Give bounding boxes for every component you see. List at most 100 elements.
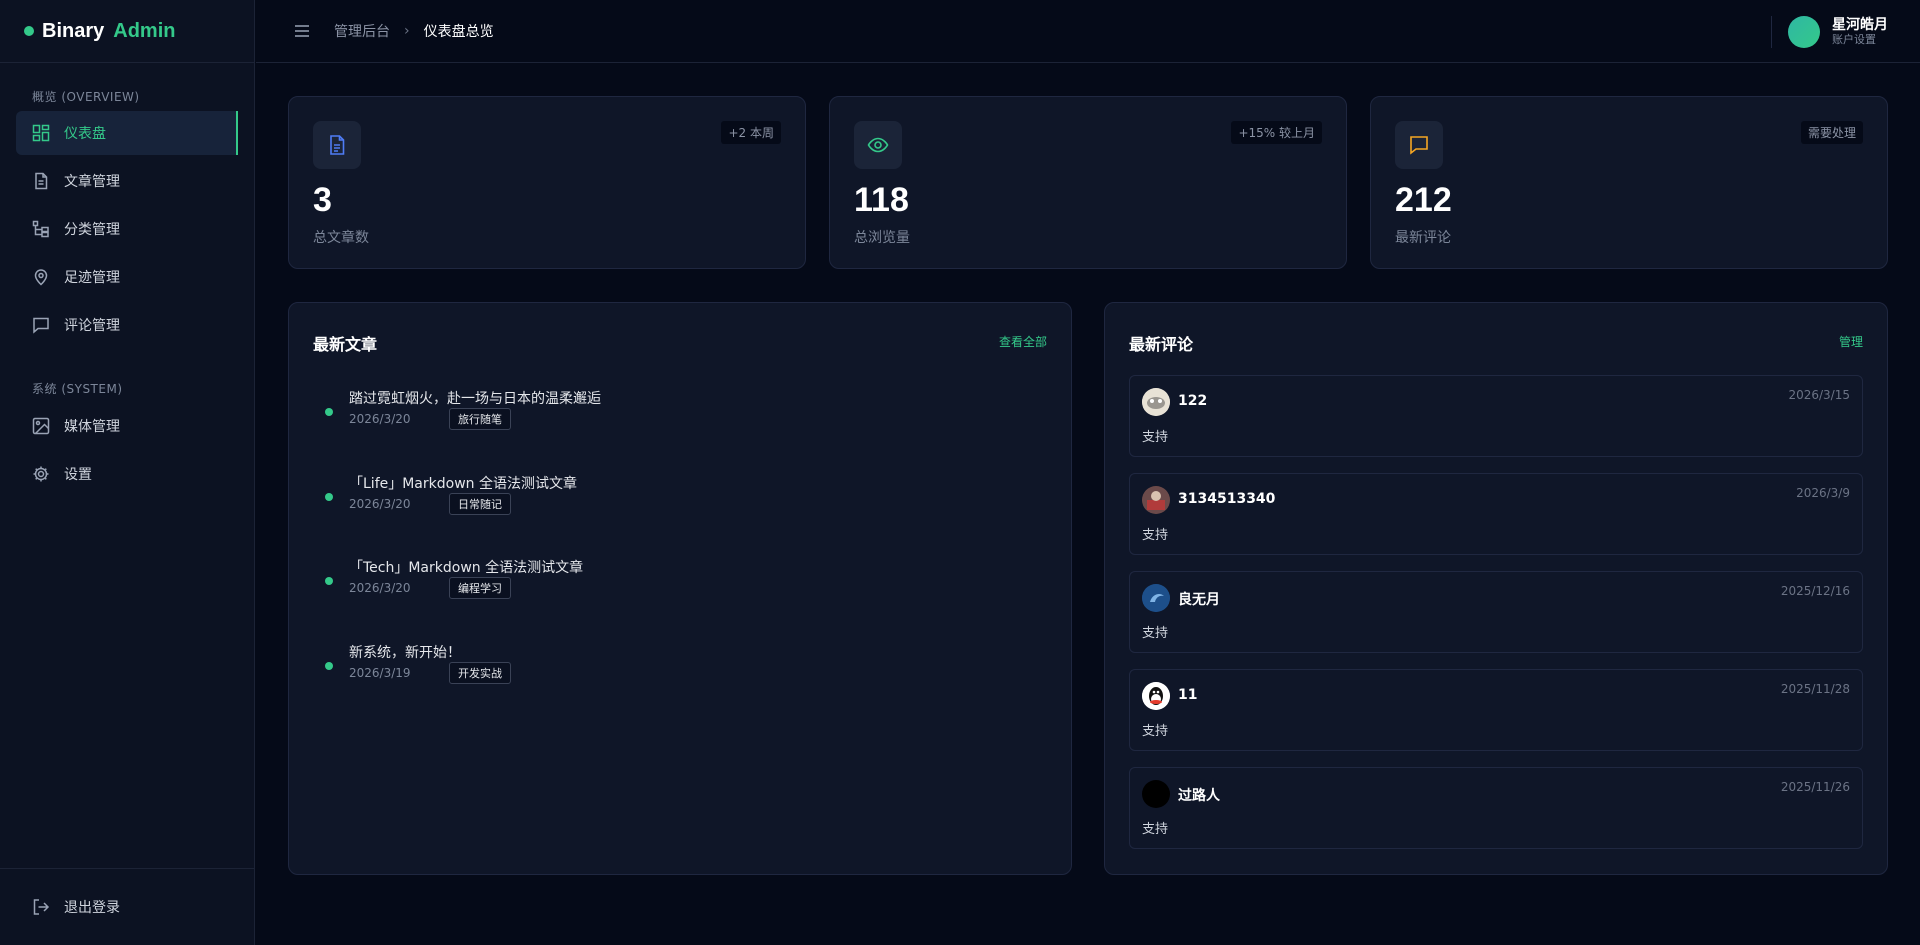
sidebar-item-comments[interactable]: 评论管理	[16, 303, 238, 347]
sidebar: Binary Admin 概览 (OVERVIEW) 仪表盘 文章管理 分类管理…	[0, 0, 255, 945]
sidebar-item-footprints[interactable]: 足迹管理	[16, 255, 238, 299]
article-date: 2026/3/20	[349, 581, 411, 595]
article-item[interactable]: 「Tech」Markdown 全语法测试文章 2026/3/20 编程学习	[325, 557, 885, 607]
nav-section-overview: 概览 (OVERVIEW)	[32, 90, 140, 104]
eye-icon	[854, 121, 902, 169]
category-tree-icon	[32, 220, 50, 238]
image-icon	[32, 417, 50, 435]
article-item[interactable]: 「Life」Markdown 全语法测试文章 2026/3/20 日常随记	[325, 473, 885, 523]
dashboard-icon	[32, 124, 50, 142]
article-title[interactable]: 「Life」Markdown 全语法测试文章	[349, 473, 577, 493]
comment-text: 支持	[1142, 430, 1169, 445]
stat-value: 212	[1395, 181, 1452, 219]
comment-author: 良无月	[1178, 592, 1220, 608]
comment-text: 支持	[1142, 724, 1169, 739]
latest-articles-panel: 最新文章 查看全部 踏过霓虹烟火，赴一场与日本的温柔邂逅 2026/3/20 旅…	[288, 302, 1072, 875]
stat-badge: 需要处理	[1800, 121, 1863, 144]
comment-card[interactable]: 122 2026/3/15 支持	[1129, 375, 1863, 457]
article-tag: 日常随记	[449, 493, 511, 515]
sidebar-item-settings[interactable]: 设置	[16, 452, 238, 496]
comment-card[interactable]: 过路人 2025/11/26 支持	[1129, 767, 1863, 849]
stat-badge: +2 本周	[721, 121, 781, 144]
comment-card[interactable]: 3134513340 2026/3/9 支持	[1129, 473, 1863, 555]
avatar	[1142, 584, 1170, 612]
comment-date: 2026/3/15	[1788, 388, 1850, 402]
comment-author: 过路人	[1178, 788, 1220, 804]
stat-card-views: +15% 较上月 118 总浏览量	[829, 96, 1347, 269]
header-divider	[1771, 15, 1772, 48]
comment-date: 2025/12/16	[1780, 584, 1850, 598]
stat-card-articles: +2 本周 3 总文章数	[288, 96, 806, 269]
sidebar-item-label: 媒体管理	[64, 419, 120, 435]
stat-card-comments: 需要处理 212 最新评论	[1370, 96, 1888, 269]
sidebar-item-articles[interactable]: 文章管理	[16, 159, 238, 203]
article-title[interactable]: 新系统，新开始！	[349, 642, 461, 662]
document-icon	[313, 121, 361, 169]
logout-label: 退出登录	[64, 900, 120, 916]
document-icon	[32, 172, 50, 190]
brand-dot-icon	[24, 26, 34, 36]
comment-text: 支持	[1142, 822, 1169, 837]
menu-toggle-icon[interactable]	[292, 21, 312, 41]
stat-value: 118	[854, 181, 909, 219]
manage-link[interactable]: 管理	[1839, 333, 1863, 350]
breadcrumb-current: 仪表盘总览	[423, 24, 494, 40]
article-date: 2026/3/19	[349, 666, 411, 680]
latest-comments-panel: 最新评论 管理 122 2026/3/15 支持 3134513340 2026…	[1104, 302, 1888, 875]
brand-name: Binary	[42, 19, 105, 42]
comment-date: 2026/3/9	[1796, 486, 1850, 500]
account-settings-link[interactable]: 账户设置	[1832, 33, 1888, 47]
sidebar-item-media[interactable]: 媒体管理	[16, 404, 238, 448]
comment-card[interactable]: 11 2025/11/28 支持	[1129, 669, 1863, 751]
message-icon	[32, 316, 50, 334]
stat-badge: +15% 较上月	[1231, 121, 1322, 144]
article-title[interactable]: 「Tech」Markdown 全语法测试文章	[349, 557, 583, 577]
panel-title: 最新评论	[1129, 335, 1194, 354]
sidebar-item-label: 仪表盘	[64, 126, 106, 142]
bullet-dot-icon	[325, 493, 333, 501]
sidebar-item-dashboard[interactable]: 仪表盘	[16, 111, 238, 155]
comment-date: 2025/11/28	[1780, 682, 1850, 696]
top-header: 管理后台 › 仪表盘总览 星河皓月 账户设置	[256, 0, 1920, 63]
user-menu[interactable]: 星河皓月 账户设置	[1771, 0, 1888, 63]
panel-title: 最新文章	[313, 335, 378, 354]
sidebar-item-label: 分类管理	[64, 222, 120, 238]
comment-card[interactable]: 良无月 2025/12/16 支持	[1129, 571, 1863, 653]
article-item[interactable]: 新系统，新开始！ 2026/3/19 开发实战	[325, 642, 885, 692]
article-tag: 开发实战	[449, 662, 511, 684]
gear-icon	[32, 465, 50, 483]
article-date: 2026/3/20	[349, 497, 411, 511]
avatar	[1142, 780, 1170, 808]
stat-label: 总浏览量	[854, 230, 910, 246]
sidebar-item-label: 评论管理	[64, 318, 120, 334]
logout-button[interactable]: 退出登录	[16, 885, 238, 929]
avatar	[1142, 682, 1170, 710]
view-all-link[interactable]: 查看全部	[999, 333, 1047, 350]
comment-author: 11	[1178, 687, 1198, 703]
user-name: 星河皓月	[1832, 16, 1888, 33]
comment-text: 支持	[1142, 528, 1169, 543]
map-pin-icon	[32, 268, 50, 286]
avatar	[1142, 486, 1170, 514]
article-item[interactable]: 踏过霓虹烟火，赴一场与日本的温柔邂逅 2026/3/20 旅行随笔	[325, 388, 885, 438]
article-tag: 旅行随笔	[449, 408, 511, 430]
chevron-right-icon: ›	[404, 23, 410, 39]
comment-date: 2025/11/26	[1780, 780, 1850, 794]
brand-accent: Admin	[113, 19, 176, 42]
comment-author: 122	[1178, 393, 1208, 409]
article-title[interactable]: 踏过霓虹烟火，赴一场与日本的温柔邂逅	[349, 388, 601, 408]
avatar	[1142, 388, 1170, 416]
article-tag: 编程学习	[449, 577, 511, 599]
brand-logo[interactable]: Binary Admin	[0, 0, 254, 63]
user-avatar[interactable]	[1788, 15, 1820, 48]
sidebar-divider	[0, 868, 255, 869]
bullet-dot-icon	[325, 408, 333, 416]
bullet-dot-icon	[325, 577, 333, 585]
article-date: 2026/3/20	[349, 412, 411, 426]
stat-label: 最新评论	[1395, 230, 1451, 246]
stat-label: 总文章数	[313, 230, 369, 246]
breadcrumb-parent[interactable]: 管理后台	[334, 21, 390, 41]
bullet-dot-icon	[325, 662, 333, 670]
logout-icon	[32, 898, 50, 916]
sidebar-item-categories[interactable]: 分类管理	[16, 207, 238, 251]
